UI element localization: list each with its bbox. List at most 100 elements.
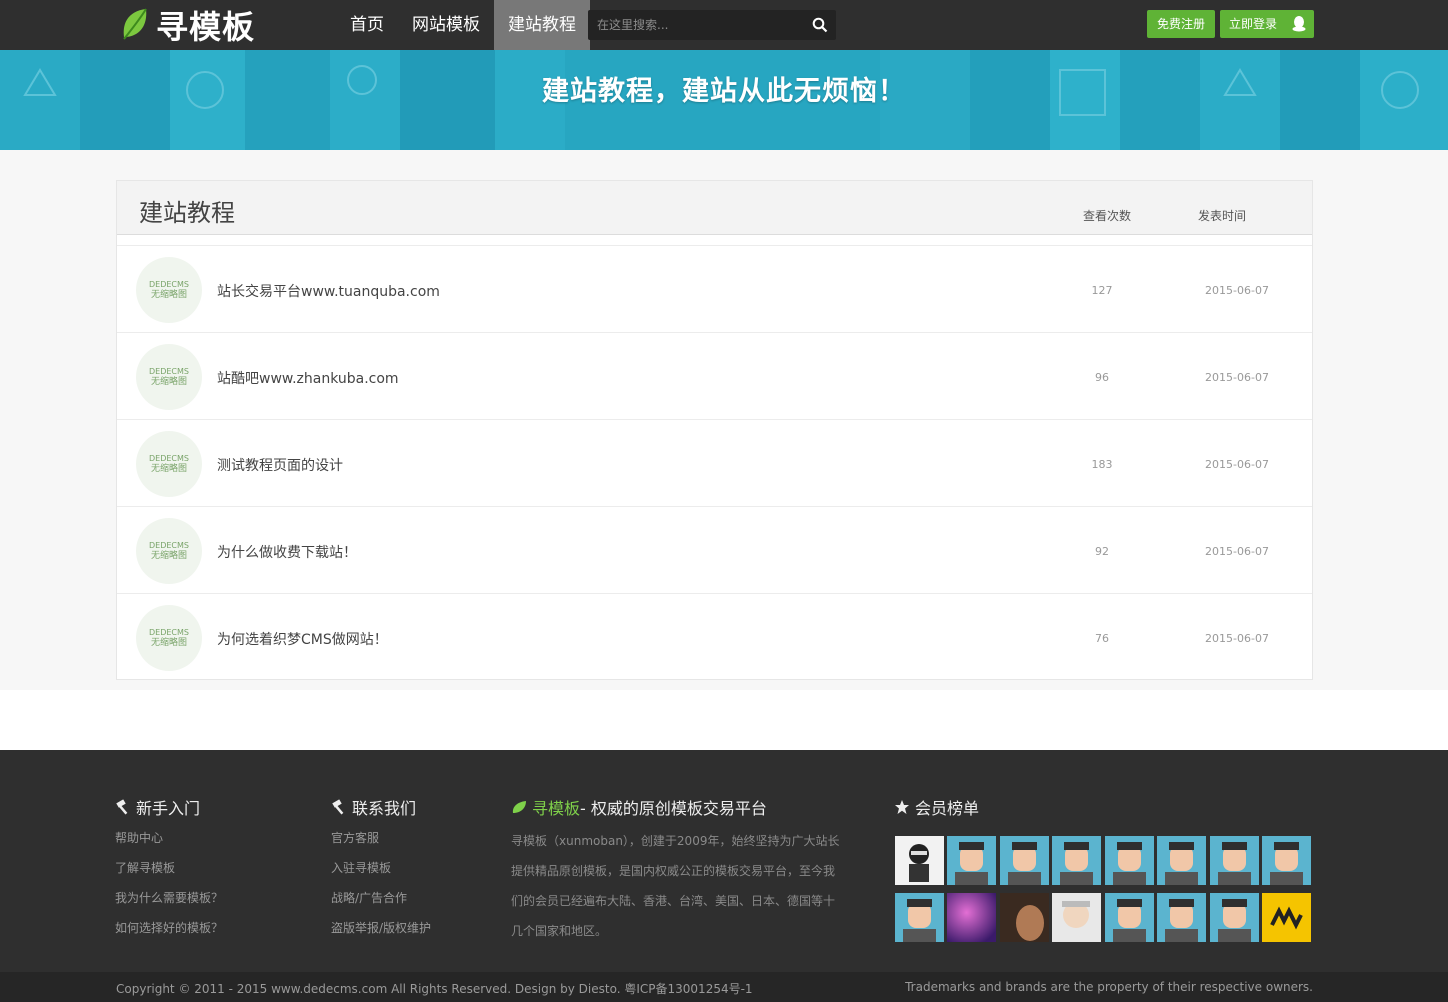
- leaf-logo-icon: [123, 8, 147, 40]
- thumbnail-placeholder[interactable]: DEDECMS 无缩略图: [136, 605, 202, 671]
- footer-contact-title: 联系我们: [331, 795, 416, 819]
- column-date-header[interactable]: 发表时间: [1198, 207, 1246, 224]
- leaf-icon: [512, 801, 526, 813]
- list-item[interactable]: DEDECMS 无缩略图 为何选着织梦CMS做网站！ 76 2015-06-07: [117, 593, 1312, 680]
- footer-link-join[interactable]: 入驻寻模板: [331, 859, 391, 876]
- footer-link-choose[interactable]: 如何选择好的模板？: [115, 919, 223, 936]
- member-avatar[interactable]: [947, 893, 996, 942]
- member-avatar[interactable]: [1105, 893, 1154, 942]
- member-avatar[interactable]: [1210, 836, 1259, 885]
- article-title[interactable]: 站长交易平台www.tuanquba.com: [217, 281, 440, 301]
- article-views: 92: [1095, 545, 1109, 558]
- about-title-rest: - 权威的原创模板交易平台: [580, 799, 767, 818]
- footer-link-report[interactable]: 盗版举报/版权维护: [331, 919, 431, 936]
- footer-about-title: 寻模板 - 权威的原创模板交易平台: [511, 795, 767, 819]
- article-date: 2015-06-07: [1205, 545, 1269, 558]
- logo-text: 寻模板: [156, 8, 256, 46]
- top-header: 寻模板 首页 网站模板 建站教程 免费注册 立即登录: [0, 0, 1448, 50]
- thumb-line1: DEDECMS: [149, 454, 189, 463]
- about-brand: 寻模板: [532, 799, 581, 818]
- footer-link-why[interactable]: 我为什么需要模板？: [115, 889, 223, 906]
- content-spacer: [0, 690, 1448, 750]
- member-avatar[interactable]: [895, 893, 944, 942]
- member-avatar[interactable]: [947, 836, 996, 885]
- login-button[interactable]: 立即登录: [1220, 10, 1314, 38]
- article-title[interactable]: 为什么做收费下载站！: [217, 542, 357, 562]
- thumb-line2: 无缩略图: [150, 551, 187, 561]
- footer-link-about[interactable]: 了解寻模板: [115, 859, 175, 876]
- contact-title-text: 联系我们: [352, 799, 417, 818]
- list-item[interactable]: DEDECMS 无缩略图 测试教程页面的设计 183 2015-06-07: [117, 419, 1312, 506]
- member-avatar[interactable]: [1052, 893, 1101, 942]
- article-date: 2015-06-07: [1205, 371, 1269, 384]
- copyright-bar: Copyright © 2011 - 2015 www.dedecms.com …: [0, 972, 1448, 1002]
- article-title[interactable]: 测试教程页面的设计: [217, 455, 343, 475]
- member-avatar[interactable]: [1105, 836, 1154, 885]
- list-item[interactable]: DEDECMS 无缩略图 为什么做收费下载站！ 92 2015-06-07: [117, 506, 1312, 593]
- banner-slogan: 建站教程，建站从此无烦恼！: [542, 76, 906, 107]
- article-views: 127: [1091, 284, 1113, 297]
- tutorial-list-card: 建站教程 查看次数 发表时间 DEDECMS 无缩略图 站长交易平台www.tu…: [116, 180, 1313, 680]
- list-item[interactable]: DEDECMS 无缩略图 站酷吧www.zhankuba.com 96 2015…: [117, 332, 1312, 419]
- article-date: 2015-06-07: [1205, 458, 1269, 471]
- members-title-text: 会员榜单: [915, 799, 980, 818]
- hammer-icon: [332, 799, 344, 815]
- register-button[interactable]: 免费注册: [1147, 10, 1215, 38]
- hammer-icon: [116, 799, 128, 815]
- site-footer: 新手入门 帮助中心 了解寻模板 我为什么需要模板？ 如何选择好的模板？ 联系我们…: [0, 750, 1448, 972]
- list-header: 建站教程 查看次数 发表时间: [117, 181, 1312, 235]
- trademark-text: Trademarks and brands are the property o…: [905, 980, 1313, 994]
- nav-templates[interactable]: 网站模板: [398, 0, 494, 50]
- search-box: [588, 10, 836, 40]
- copyright-text: Copyright © 2011 - 2015 www.dedecms.com …: [116, 982, 753, 996]
- qq-penguin-icon: [1292, 16, 1306, 32]
- search-input[interactable]: [588, 10, 798, 40]
- member-avatar[interactable]: [1000, 836, 1049, 885]
- thumb-line2: 无缩略图: [150, 464, 187, 474]
- member-avatar[interactable]: [1000, 893, 1049, 942]
- member-avatar[interactable]: [1262, 836, 1311, 885]
- thumb-line1: DEDECMS: [149, 367, 189, 376]
- footer-newbie-title: 新手入门: [115, 795, 200, 819]
- hero-banner: 建站教程，建站从此无烦恼！: [0, 50, 1448, 150]
- thumbnail-placeholder[interactable]: DEDECMS 无缩略图: [136, 344, 202, 410]
- list-title: 建站教程: [139, 199, 235, 227]
- article-title[interactable]: 站酷吧www.zhankuba.com: [217, 368, 399, 388]
- main-nav: 首页 网站模板 建站教程: [336, 0, 590, 50]
- article-views: 76: [1095, 632, 1109, 645]
- member-avatar[interactable]: [1210, 893, 1259, 942]
- footer-link-help[interactable]: 帮助中心: [115, 829, 163, 846]
- article-views: 96: [1095, 371, 1109, 384]
- article-views: 183: [1091, 458, 1113, 471]
- list-item[interactable]: DEDECMS 无缩略图 站长交易平台www.tuanquba.com 127 …: [117, 245, 1312, 332]
- thumbnail-placeholder[interactable]: DEDECMS 无缩略图: [136, 257, 202, 323]
- search-icon[interactable]: [812, 17, 828, 33]
- footer-members-title: 会员榜单: [894, 795, 979, 819]
- newbie-title-text: 新手入门: [136, 799, 201, 818]
- thumb-line2: 无缩略图: [150, 638, 187, 648]
- star-icon: [895, 800, 909, 814]
- thumb-line2: 无缩略图: [150, 290, 187, 300]
- member-avatar[interactable]: [1262, 893, 1311, 942]
- article-list: DEDECMS 无缩略图 站长交易平台www.tuanquba.com 127 …: [117, 245, 1312, 680]
- about-description: 寻模板（xunmoban），创建于2009年，始终坚持为广大站长提供精品原创模板…: [511, 834, 840, 938]
- nav-home[interactable]: 首页: [336, 0, 398, 50]
- thumb-line1: DEDECMS: [149, 628, 189, 637]
- article-title[interactable]: 为何选着织梦CMS做网站！: [217, 629, 388, 649]
- footer-link-partner[interactable]: 战略/广告合作: [331, 889, 407, 906]
- article-date: 2015-06-07: [1205, 284, 1269, 297]
- column-views-header[interactable]: 查看次数: [1083, 207, 1131, 224]
- thumbnail-placeholder[interactable]: DEDECMS 无缩略图: [136, 518, 202, 584]
- nav-tutorials[interactable]: 建站教程: [494, 0, 590, 50]
- thumb-line2: 无缩略图: [150, 377, 187, 387]
- member-avatar[interactable]: [1052, 836, 1101, 885]
- member-avatar[interactable]: [1157, 836, 1206, 885]
- site-logo[interactable]: 寻模板: [120, 6, 255, 46]
- member-avatar[interactable]: [895, 836, 944, 885]
- article-date: 2015-06-07: [1205, 632, 1269, 645]
- login-label: 立即登录: [1229, 17, 1278, 31]
- thumb-line1: DEDECMS: [149, 280, 189, 289]
- footer-link-support[interactable]: 官方客服: [331, 829, 379, 846]
- thumbnail-placeholder[interactable]: DEDECMS 无缩略图: [136, 431, 202, 497]
- member-avatar[interactable]: [1157, 893, 1206, 942]
